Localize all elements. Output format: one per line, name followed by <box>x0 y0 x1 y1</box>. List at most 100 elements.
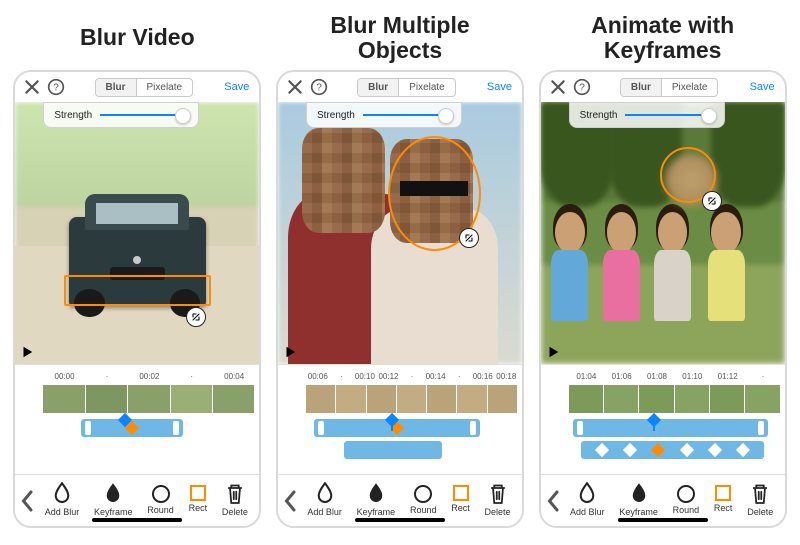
clip-thumbnails[interactable] <box>306 385 518 413</box>
seg-blur[interactable]: Blur <box>96 79 136 96</box>
svg-text:?: ? <box>579 82 585 93</box>
back-chevron-icon[interactable] <box>282 489 300 513</box>
phone-frame-2: ? Blur Pixelate Save Strength <box>276 70 524 528</box>
effect-segmented-control[interactable]: Blur Pixelate <box>71 78 216 97</box>
keyframe-marker[interactable] <box>736 443 750 457</box>
selection-rect[interactable] <box>64 275 210 306</box>
effect-track[interactable] <box>81 419 183 437</box>
add-blur-button[interactable]: Add Blur <box>570 485 605 517</box>
screenshot-pane-1: Blur Video ? Blur Pixelate Save Str <box>12 10 263 528</box>
square-icon <box>715 485 731 501</box>
clip-thumbnails[interactable] <box>569 385 781 413</box>
seg-pixelate[interactable]: Pixelate <box>398 79 455 96</box>
effect-track-2[interactable] <box>344 441 442 459</box>
keyframe-button[interactable]: Keyframe <box>619 485 658 517</box>
clip-handle-left[interactable] <box>577 421 583 435</box>
delete-button[interactable]: Delete <box>747 485 773 517</box>
pixelated-face-1 <box>302 128 385 233</box>
playhead[interactable] <box>391 419 393 431</box>
add-blur-button[interactable]: Add Blur <box>45 485 80 517</box>
rect-button[interactable]: Rect <box>714 485 733 517</box>
svg-text:?: ? <box>316 82 322 93</box>
time-ruler: 01:0401:0601:0801:1001:12· <box>569 369 781 383</box>
keyframe-marker[interactable] <box>680 443 694 457</box>
circle-icon <box>414 485 432 503</box>
top-bar: ? Blur Pixelate Save <box>15 72 259 102</box>
effect-track-2[interactable] <box>581 441 763 459</box>
keyframe-marker[interactable] <box>708 443 722 457</box>
keyframe-button[interactable]: Keyframe <box>357 485 396 517</box>
strength-label: Strength <box>317 110 355 121</box>
effect-segmented-control[interactable]: Blur Pixelate <box>334 78 479 97</box>
timeline[interactable]: 00:06·00:1000:12·00:14·00:1600:18 <box>278 364 522 474</box>
clip-handle-right[interactable] <box>173 421 179 435</box>
close-icon[interactable] <box>23 78 41 96</box>
droplet-fill-icon <box>366 485 386 505</box>
strength-slider-row: Strength <box>43 102 199 128</box>
clip-handle-left[interactable] <box>85 421 91 435</box>
home-indicator <box>92 518 182 522</box>
add-blur-button[interactable]: Add Blur <box>307 485 342 517</box>
help-icon[interactable]: ? <box>310 78 328 96</box>
round-button[interactable]: Round <box>673 485 700 517</box>
headline-2: Blur Multiple Objects <box>330 12 469 64</box>
help-icon[interactable]: ? <box>573 78 591 96</box>
round-button[interactable]: Round <box>410 485 437 517</box>
time-ruler: 00:00·00:02·00:04 <box>43 369 255 383</box>
strength-label: Strength <box>580 110 618 121</box>
keyframe-marker-active[interactable] <box>651 443 665 457</box>
time-ruler: 00:06·00:1000:12·00:14·00:1600:18 <box>306 369 518 383</box>
video-viewport[interactable] <box>15 102 259 364</box>
back-chevron-icon[interactable] <box>545 489 563 513</box>
rect-button[interactable]: Rect <box>451 485 470 517</box>
strength-slider[interactable] <box>625 114 713 116</box>
delete-button[interactable]: Delete <box>485 485 511 517</box>
seg-pixelate[interactable]: Pixelate <box>661 79 718 96</box>
save-button[interactable]: Save <box>485 81 514 93</box>
clip-thumbnails[interactable] <box>43 385 255 413</box>
phone-frame-3: ? Blur Pixelate Save Strength <box>539 70 787 528</box>
delete-button[interactable]: Delete <box>222 485 248 517</box>
timeline[interactable]: 01:0401:0601:0801:1001:12· <box>541 364 785 474</box>
close-icon[interactable] <box>549 78 567 96</box>
video-viewport[interactable] <box>541 102 785 364</box>
seg-blur[interactable]: Blur <box>358 79 398 96</box>
keyframe-marker[interactable] <box>623 443 637 457</box>
trash-icon <box>488 485 508 505</box>
help-icon[interactable]: ? <box>47 78 65 96</box>
square-icon <box>453 485 469 501</box>
resize-handle-icon[interactable] <box>459 228 479 248</box>
rect-button[interactable]: Rect <box>189 485 208 517</box>
strength-slider-row: Strength <box>306 102 462 128</box>
video-viewport[interactable] <box>278 102 522 364</box>
seg-blur[interactable]: Blur <box>621 79 661 96</box>
strength-slider[interactable] <box>363 114 451 116</box>
home-indicator <box>355 518 445 522</box>
clip-handle-right[interactable] <box>470 421 476 435</box>
playhead[interactable] <box>653 419 655 431</box>
clip-handle-left[interactable] <box>318 421 324 435</box>
headline-1: Blur Video <box>80 12 195 64</box>
seg-pixelate[interactable]: Pixelate <box>136 79 193 96</box>
circle-icon <box>152 485 170 503</box>
top-bar: ? Blur Pixelate Save <box>541 72 785 102</box>
timeline[interactable]: 00:00·00:02·00:04 <box>15 364 259 474</box>
clip-handle-right[interactable] <box>758 421 764 435</box>
save-button[interactable]: Save <box>222 81 251 93</box>
keyframe-button[interactable]: Keyframe <box>94 485 133 517</box>
play-icon[interactable] <box>543 342 563 362</box>
keyframe-marker[interactable] <box>595 443 609 457</box>
square-icon <box>190 485 206 501</box>
play-icon[interactable] <box>17 342 37 362</box>
save-button[interactable]: Save <box>748 81 777 93</box>
droplet-icon <box>577 485 597 505</box>
resize-handle-icon[interactable] <box>702 191 722 211</box>
play-icon[interactable] <box>280 342 300 362</box>
effect-track-1[interactable] <box>573 419 768 437</box>
headline-3: Animate with Keyframes <box>591 12 734 64</box>
strength-slider[interactable] <box>100 114 188 116</box>
back-chevron-icon[interactable] <box>19 489 37 513</box>
close-icon[interactable] <box>286 78 304 96</box>
round-button[interactable]: Round <box>147 485 174 517</box>
effect-segmented-control[interactable]: Blur Pixelate <box>597 78 742 97</box>
